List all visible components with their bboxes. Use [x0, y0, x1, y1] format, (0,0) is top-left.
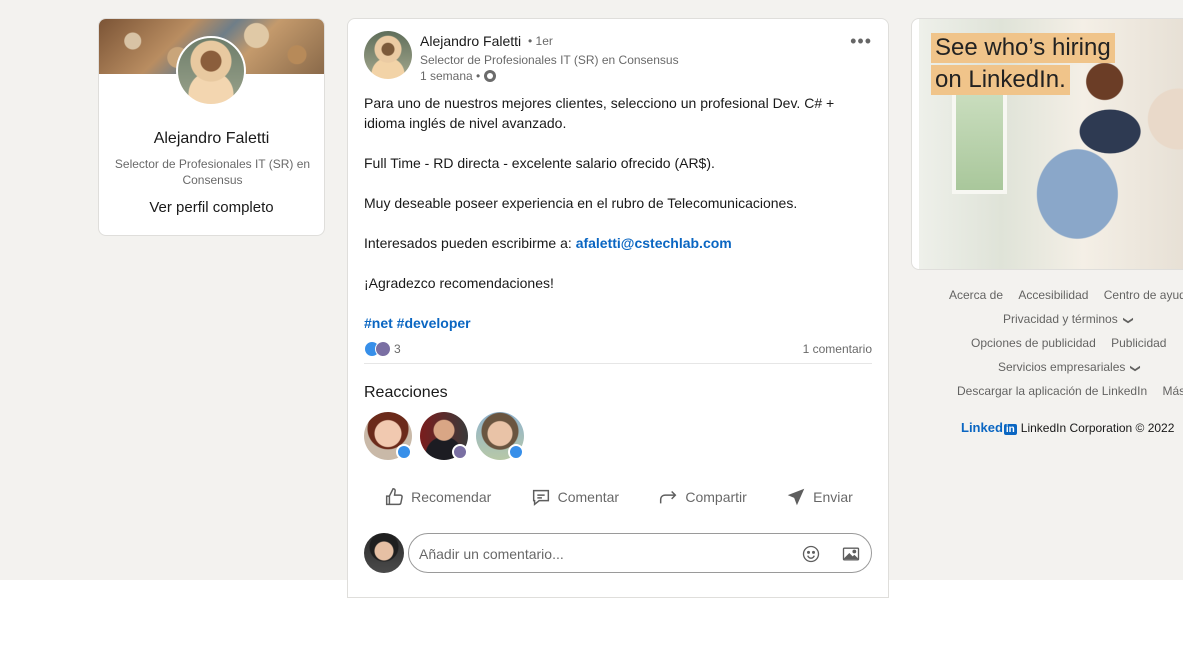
ad-card[interactable]: See who’s hiring on LinkedIn. [911, 18, 1183, 270]
footer-link-more[interactable]: Más [1162, 384, 1183, 398]
footer-link-download-app[interactable]: Descargar la aplicación de LinkedIn [957, 384, 1147, 398]
footer-row: Opciones de publicidad Publicidad [911, 336, 1183, 350]
view-full-profile-link[interactable]: Ver perfil completo [99, 199, 324, 216]
share-icon [660, 490, 677, 504]
share-button[interactable]: Compartir [649, 480, 754, 514]
footer-link-business[interactable]: Servicios empresariales ❯ [998, 360, 1146, 374]
post-actions: Recomendar Comentar Compartir Enviar [364, 479, 872, 515]
comment-label: Comentar [557, 489, 620, 505]
profile-headline: Selector de Profesionales IT (SR) en Con… [114, 157, 311, 187]
post-card: Alejandro Faletti • 1er Selector de Prof… [347, 18, 889, 598]
share-label: Compartir [685, 489, 747, 505]
author-name[interactable]: Alejandro Faletti [420, 33, 521, 49]
profile-card: Alejandro Faletti Selector de Profesiona… [98, 18, 325, 236]
footer-link-help[interactable]: Centro de ayuda [1104, 288, 1183, 302]
comment-box[interactable] [408, 533, 872, 573]
profile-avatar[interactable] [176, 36, 246, 106]
reaction-icons[interactable] [364, 341, 391, 357]
chevron-down-icon: ❯ [1130, 364, 1142, 373]
emoji-icon[interactable] [801, 544, 821, 564]
footer-row: Acerca de Accesibilidad Centro de ayuda [911, 288, 1183, 302]
linkedin-logo: Linked in [961, 420, 1017, 435]
comments-count[interactable]: 1 comentario [803, 342, 872, 356]
author-avatar[interactable] [364, 31, 412, 79]
logo-text: Linked [961, 420, 1003, 435]
post-text-line: Para uno de nuestros mejores clientes, s… [364, 95, 835, 131]
post-text-line: ¡Agradezco recomendaciones! [364, 275, 554, 291]
celebrate-badge-icon [452, 444, 468, 460]
ad-headline-line1: See who’s hiring [931, 33, 1115, 63]
like-badge-icon [508, 444, 524, 460]
social-counts: 3 1 comentario [364, 340, 872, 364]
footer-link-accessibility[interactable]: Accesibilidad [1018, 288, 1088, 302]
post-text-line: Muy deseable poseer experiencia en el ru… [364, 195, 798, 211]
connection-degree: • 1er [528, 34, 553, 48]
send-label: Enviar [813, 489, 853, 505]
reactions-title: Reacciones [364, 384, 448, 401]
privacy-label: Privacidad y términos [1003, 312, 1118, 326]
like-button[interactable]: Recomendar [375, 480, 499, 514]
like-label: Recomendar [411, 489, 492, 505]
comment-button[interactable]: Comentar [522, 480, 627, 514]
comment-input[interactable] [419, 543, 789, 565]
more-options-icon[interactable]: ••• [850, 31, 872, 52]
post-text-line: Interesados pueden escribirme a: afalett… [364, 233, 864, 253]
footer-link-advertising[interactable]: Publicidad [1111, 336, 1166, 350]
hashtags: #net #developer [364, 313, 864, 333]
business-label: Servicios empresariales [998, 360, 1126, 374]
footer-row: Descargar la aplicación de LinkedIn Más [911, 384, 1183, 398]
thumbs-up-icon [386, 488, 403, 506]
ad-headline-line2: on LinkedIn. [931, 65, 1070, 95]
email-link[interactable]: afaletti@cstechlab.com [576, 235, 732, 251]
profile-name[interactable]: Alejandro Faletti [99, 130, 324, 148]
chevron-down-icon: ❯ [1122, 316, 1134, 325]
hashtag-links[interactable]: #net #developer [364, 315, 471, 331]
like-badge-icon [396, 444, 412, 460]
send-button[interactable]: Enviar [777, 480, 861, 514]
contact-prefix: Interesados pueden escribirme a: [364, 235, 576, 251]
footer-row: Servicios empresariales ❯ [911, 360, 1183, 374]
post-timestamp: 1 semana • [420, 69, 497, 83]
footer-link-privacy[interactable]: Privacidad y términos ❯ [1003, 312, 1138, 326]
celebrate-reaction-icon [375, 341, 391, 357]
footer-link-about[interactable]: Acerca de [949, 288, 1003, 302]
post-body: Para uno de nuestros mejores clientes, s… [364, 93, 864, 333]
comment-icon [532, 489, 549, 506]
footer-row: Privacidad y términos ❯ [911, 312, 1183, 326]
copyright: LinkedIn Corporation © 2022 [1020, 420, 1175, 435]
post-time-text: 1 semana • [420, 69, 481, 83]
current-user-avatar[interactable] [364, 533, 404, 573]
image-icon[interactable] [841, 544, 861, 564]
globe-icon [484, 70, 497, 82]
send-icon [787, 488, 805, 506]
footer-link-ad-choices[interactable]: Opciones de publicidad [971, 336, 1096, 350]
logo-in-badge: in [1003, 424, 1017, 435]
reaction-count[interactable]: 3 [394, 342, 401, 356]
post-text-line: Full Time - RD directa - excelente salar… [364, 155, 715, 171]
author-headline: Selector de Profesionales IT (SR) en Con… [420, 53, 679, 67]
brand-row: Linked in LinkedIn Corporation © 2022 [961, 420, 1174, 435]
